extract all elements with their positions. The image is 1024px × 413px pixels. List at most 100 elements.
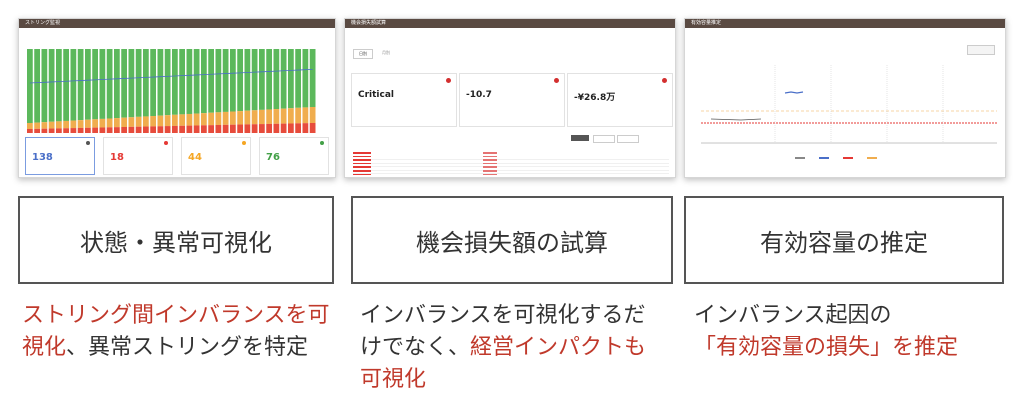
tab-daily[interactable]: 日別 bbox=[353, 49, 373, 59]
bar-normal-segment bbox=[186, 49, 193, 114]
bar-normal-segment bbox=[70, 49, 77, 121]
bar-warning-segment bbox=[85, 119, 91, 128]
bar-critical-segment bbox=[201, 125, 207, 133]
bar-critical-segment bbox=[288, 123, 294, 133]
legend-swatch bbox=[795, 157, 805, 159]
bar-normal-segment bbox=[63, 49, 69, 121]
row-indicator bbox=[353, 159, 371, 161]
bar-critical-segment bbox=[295, 123, 301, 133]
bar-critical-segment bbox=[128, 126, 135, 133]
bar-warning-segment bbox=[215, 112, 222, 125]
loss-amount-value: -¥26.8万 bbox=[574, 93, 616, 103]
bar-normal-segment bbox=[164, 49, 171, 116]
kpi-value: 18 bbox=[110, 152, 124, 163]
bar-warning-segment bbox=[70, 120, 77, 129]
bar-normal-segment bbox=[121, 49, 127, 118]
bar-warning-segment bbox=[114, 118, 120, 128]
bar-critical-segment bbox=[266, 123, 272, 133]
bar-normal-segment bbox=[27, 49, 33, 123]
bar-critical-segment bbox=[157, 126, 164, 133]
bar-warning-segment bbox=[302, 107, 309, 124]
caption-text: 、異常ストリングを特定 bbox=[66, 335, 309, 360]
screen-title: 有効容量推定 bbox=[685, 19, 1005, 28]
row-loss-bar bbox=[483, 162, 497, 165]
bar-critical-segment bbox=[259, 124, 265, 133]
bar-normal-segment bbox=[128, 49, 135, 118]
screen-title: 機会損失額試算 bbox=[345, 19, 675, 28]
status-value: Critical bbox=[358, 90, 395, 100]
row-loss-bar bbox=[483, 166, 497, 168]
status-card: Critical bbox=[351, 73, 457, 127]
chart-legend bbox=[795, 157, 877, 159]
loss-amount-card: -¥26.8万 bbox=[567, 73, 673, 127]
bar-critical-segment bbox=[63, 128, 69, 133]
bar-critical-segment bbox=[121, 127, 127, 133]
bar-normal-segment bbox=[215, 49, 222, 113]
table-row[interactable] bbox=[353, 173, 669, 177]
bar-critical-segment bbox=[70, 128, 77, 133]
tab-monthly[interactable]: 月別 bbox=[377, 49, 395, 59]
bar-critical-segment bbox=[215, 125, 222, 133]
bar-warning-segment bbox=[259, 109, 265, 125]
bar-critical-segment bbox=[85, 127, 91, 133]
capacity-line-chart bbox=[701, 65, 997, 144]
row-indicator bbox=[353, 170, 371, 172]
bar-warning-segment bbox=[150, 116, 156, 127]
caption-state-visualization: ストリング間インバランスを可視化、異常ストリングを特定 bbox=[22, 300, 338, 364]
bar-critical-segment bbox=[193, 125, 200, 133]
bar-normal-segment bbox=[222, 49, 229, 112]
bar-warning-segment bbox=[309, 107, 316, 123]
bar-normal-segment bbox=[244, 49, 251, 111]
kpi-card-warning[interactable]: 44 bbox=[181, 137, 251, 175]
export-button[interactable] bbox=[571, 135, 589, 141]
warning-icon bbox=[242, 141, 246, 145]
bar-normal-segment bbox=[34, 49, 40, 123]
label-loss-estimate: 機会損失額の試算 bbox=[351, 196, 673, 284]
bar-warning-segment bbox=[222, 111, 229, 125]
bar-critical-segment bbox=[222, 124, 229, 133]
filter-button[interactable] bbox=[593, 135, 615, 143]
bar-warning-segment bbox=[48, 121, 55, 129]
bar-critical-segment bbox=[34, 128, 40, 133]
bar-warning-segment bbox=[56, 121, 62, 129]
bar-critical-segment bbox=[99, 127, 106, 133]
imbalance-value: -10.7 bbox=[466, 90, 492, 100]
bar-warning-segment bbox=[201, 113, 207, 126]
bar-critical-segment bbox=[114, 127, 120, 133]
period-select[interactable] bbox=[967, 45, 995, 55]
kpi-card-critical[interactable]: 18 bbox=[103, 137, 173, 175]
kpi-value: 138 bbox=[32, 152, 53, 163]
bar-warning-segment bbox=[41, 122, 48, 129]
caption-loss-estimate: インバランスを可視化するだけでなく、経営インパクトも可視化 bbox=[360, 300, 654, 396]
screen-title: ストリング監視 bbox=[19, 19, 335, 28]
row-indicator bbox=[353, 173, 371, 176]
row-loss-bar bbox=[483, 155, 497, 158]
row-loss-bar bbox=[483, 173, 497, 176]
bar-warning-segment bbox=[106, 118, 113, 128]
bar-warning-segment bbox=[186, 113, 193, 126]
bar-critical-segment bbox=[251, 124, 258, 133]
bar-warning-segment bbox=[27, 123, 33, 129]
sort-button[interactable] bbox=[617, 135, 639, 143]
label-capacity-estimate: 有効容量の推定 bbox=[684, 196, 1004, 284]
bar-normal-segment bbox=[48, 49, 55, 122]
bar-warning-segment bbox=[99, 118, 106, 128]
bar-warning-segment bbox=[77, 120, 84, 128]
bar-critical-segment bbox=[41, 128, 48, 133]
bar-critical-segment bbox=[280, 123, 287, 133]
kpi-card-total[interactable]: 138 bbox=[25, 137, 95, 175]
kpi-card-normal[interactable]: 76 bbox=[259, 137, 329, 175]
kpi-value: 76 bbox=[266, 152, 280, 163]
chart-legend bbox=[319, 53, 329, 113]
kpi-icon bbox=[86, 141, 90, 145]
bar-critical-segment bbox=[150, 126, 156, 133]
bar-warning-segment bbox=[230, 111, 236, 125]
label-state-visualization: 状態・異常可視化 bbox=[18, 196, 334, 284]
bar-critical-segment bbox=[27, 129, 33, 133]
kpi-value: 44 bbox=[188, 152, 202, 163]
legend-swatch bbox=[867, 157, 877, 159]
bar-warning-segment bbox=[128, 117, 135, 127]
bar-warning-segment bbox=[63, 120, 69, 129]
bar-normal-segment bbox=[193, 49, 200, 114]
bar-critical-segment bbox=[179, 125, 185, 133]
